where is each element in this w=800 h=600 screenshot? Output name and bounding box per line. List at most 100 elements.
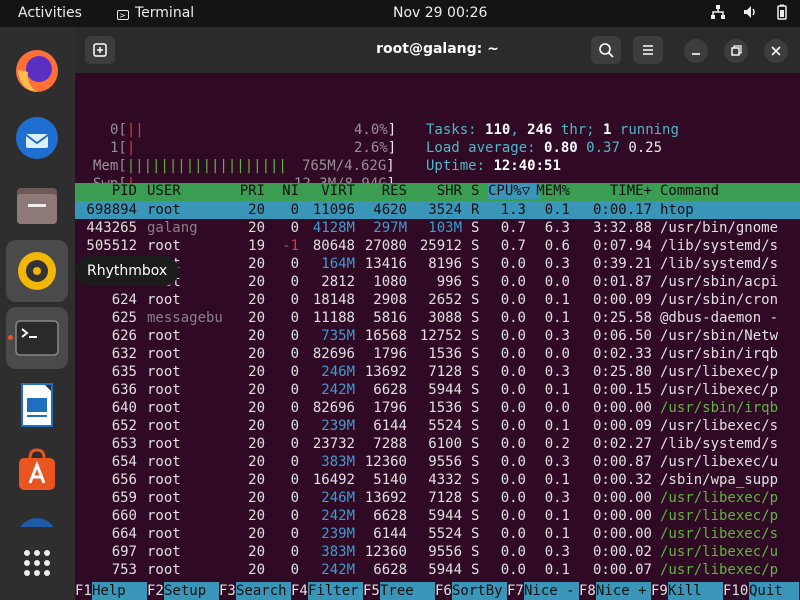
fkey-f3[interactable]: F3: [219, 582, 236, 600]
process-row[interactable]: 443265 galang 20 0 4128M 297M 103M S 0.7 6.3 3:32.…: [75, 219, 800, 237]
cell-virt: 246M: [321, 364, 355, 380]
col-command[interactable]: Command: [660, 183, 719, 199]
cell-virt: 82696: [312, 346, 355, 362]
process-row[interactable]: 660 root 20 0 242M 6628 5944 S 0.0 0.1 0:00.00/usr…: [75, 507, 800, 525]
fkey-f1[interactable]: F1: [75, 582, 92, 600]
cell-s: S: [471, 544, 480, 560]
process-row[interactable]: 636 root 20 0 242M 6628 5944 S 0.0 0.1 0:00.15/usr…: [75, 381, 800, 399]
menu-button[interactable]: [633, 36, 663, 64]
process-row[interactable]: root200164M134168196S0.00.30:39.21/lib/s…: [75, 255, 800, 273]
process-row-selected[interactable]: 698894 root 20 0 11096 4620 3524 R 1.3 0.1 0:00.17…: [75, 201, 800, 219]
volume-icon[interactable]: [742, 4, 758, 20]
fkey-label-f3[interactable]: Search: [236, 582, 291, 600]
cell-cpu: 0.0: [500, 526, 526, 542]
col-cpu-sorted[interactable]: CPU%▽: [488, 183, 540, 199]
dock-writer[interactable]: [6, 374, 68, 436]
process-row[interactable]: 697 root 20 0 383M 12360 9556 S 0.0 0.3 0:00.02/us…: [75, 543, 800, 561]
fkey-f9[interactable]: F9: [651, 582, 668, 600]
fkey-f10[interactable]: F10: [723, 582, 748, 600]
process-row[interactable]: 659 root 20 0 246M 13692 7128 S 0.0 0.3 0:00.00/us…: [75, 489, 800, 507]
cell-cmd: /usr/sbin/acpi: [660, 274, 779, 290]
fkey-label-f10[interactable]: Quit: [749, 582, 799, 600]
fkey-label-f4[interactable]: Filter: [308, 582, 363, 600]
maximize-button[interactable]: [724, 39, 748, 63]
fkey-f4[interactable]: F4: [291, 582, 308, 600]
col-pri[interactable]: PRI: [225, 183, 265, 199]
col-pid[interactable]: PID: [75, 183, 137, 199]
col-mem[interactable]: MEM%: [535, 183, 570, 199]
cell-shr: 5944: [428, 508, 462, 524]
system-tray[interactable]: [710, 4, 790, 20]
col-time[interactable]: TIME+: [577, 183, 652, 199]
search-button[interactable]: [591, 36, 621, 64]
process-row[interactable]: 626 root 20 0 735M 16568 12752 S 0.0 0.3 0:06.50/u…: [75, 327, 800, 345]
dock-terminal[interactable]: [6, 307, 68, 369]
process-row[interactable]: 753 root 20 0 242M 6628 5944 S 0.0 0.1 0:00.07/usr…: [75, 561, 800, 579]
process-row[interactable]: root20028121080996S0.00.00:01.87/usr/sbi…: [75, 273, 800, 291]
cell-pri: 19: [248, 238, 265, 254]
process-row[interactable]: 640 root 20 0 82696 1796 1536 S 0.0 0.0 0:00.00/us…: [75, 399, 800, 417]
activities-button[interactable]: Activities: [18, 5, 82, 21]
firefox-icon: [16, 50, 58, 92]
process-row[interactable]: 664 root 20 0 239M 6144 5524 S 0.0 0.1 0:00.00/usr…: [75, 525, 800, 543]
fkey-label-f2[interactable]: Setup: [164, 582, 219, 600]
dock-firefox[interactable]: [6, 40, 68, 102]
cell-pri: 20: [248, 508, 265, 524]
dock-files[interactable]: [6, 174, 68, 236]
dock-software[interactable]: [6, 440, 68, 502]
col-shr[interactable]: SHR: [412, 183, 462, 199]
cell-user: root: [147, 544, 181, 560]
terminal-content[interactable]: 0[|| 4.0%] 1[| 2.6%] Mem[|||||||||||||||…: [75, 73, 800, 600]
cell-ni: 0: [290, 382, 299, 398]
process-row[interactable]: 654 root 20 0 383M 12360 9556 S 0.0 0.3 0:00.87/us…: [75, 453, 800, 471]
thunderbird-icon: [16, 117, 58, 159]
process-row[interactable]: 652 root 20 0 239M 6144 5524 S 0.0 0.1 0:00.09/usr…: [75, 417, 800, 435]
process-row[interactable]: 632 root 20 0 82696 1796 1536 S 0.0 0.0 0:02.33/us…: [75, 345, 800, 363]
close-icon: [771, 46, 781, 56]
fkey-f5[interactable]: F5: [363, 582, 380, 600]
fkey-label-f9[interactable]: Kill: [668, 582, 723, 600]
title-bar[interactable]: root@galang: ~: [75, 27, 800, 73]
fkey-label-f1[interactable]: Help: [92, 582, 147, 600]
cell-cmd: /usr/sbin/irqb: [660, 346, 779, 362]
fkey-label-f7[interactable]: Nice -: [524, 582, 579, 600]
fkey-label-f6[interactable]: SortBy: [452, 582, 507, 600]
dock-help[interactable]: [6, 507, 68, 527]
app-menu[interactable]: > Terminal: [117, 5, 194, 21]
fkey-f6[interactable]: F6: [435, 582, 452, 600]
fkey-f2[interactable]: F2: [147, 582, 164, 600]
col-user[interactable]: USER: [147, 183, 181, 199]
dock-thunderbird[interactable]: [6, 107, 68, 169]
clock[interactable]: Nov 29 00:26: [393, 5, 487, 21]
cell-s: S: [471, 382, 480, 398]
cell-res: 12360: [364, 544, 407, 560]
cell-time: 3:32.88: [592, 220, 652, 236]
process-row[interactable]: 653 root 20 0 23732 7288 6100 S 0.0 0.2 0:02.27/li…: [75, 435, 800, 453]
cell-pri: 20: [248, 274, 265, 290]
fkey-label-f8[interactable]: Nice +: [596, 582, 651, 600]
process-row[interactable]: 625 messagebu 20 0 11188 5816 3088 S 0.0 0.1 0:25.…: [75, 309, 800, 327]
col-virt[interactable]: VIRT: [305, 183, 355, 199]
fkey-label-f5[interactable]: Tree: [380, 582, 435, 600]
cell-s: S: [471, 436, 480, 452]
cell-ni: 0: [290, 292, 299, 308]
battery-icon[interactable]: [774, 4, 790, 20]
fkey-f8[interactable]: F8: [579, 582, 596, 600]
dock-rhythmbox[interactable]: [6, 240, 68, 302]
cell-virt: 383M: [321, 544, 355, 560]
col-state[interactable]: S: [471, 183, 479, 199]
network-icon[interactable]: [710, 4, 726, 20]
show-apps-button[interactable]: [6, 532, 68, 594]
process-row[interactable]: 656 root 20 0 16492 5140 4332 S 0.0 0.1 0:00.32/sb…: [75, 471, 800, 489]
process-row[interactable]: 635 root 20 0 246M 13692 7128 S 0.0 0.3 0:25.80/us…: [75, 363, 800, 381]
col-ni[interactable]: NI: [270, 183, 299, 199]
close-button[interactable]: [764, 39, 788, 63]
process-row[interactable]: 624 root 20 0 18148 2908 2652 S 0.0 0.1 0:00.09/us…: [75, 291, 800, 309]
cell-cpu: 0.0: [500, 436, 526, 452]
cell-mem: 0.0: [544, 400, 570, 416]
col-res[interactable]: RES: [360, 183, 407, 199]
minimize-button[interactable]: [684, 39, 708, 63]
fkey-f7[interactable]: F7: [507, 582, 524, 600]
cell-time: 0:02.27: [592, 436, 652, 452]
process-row[interactable]: 505512 root 19 -1 80648 27080 25912 S 0.7 0.6 0:07…: [75, 237, 800, 255]
